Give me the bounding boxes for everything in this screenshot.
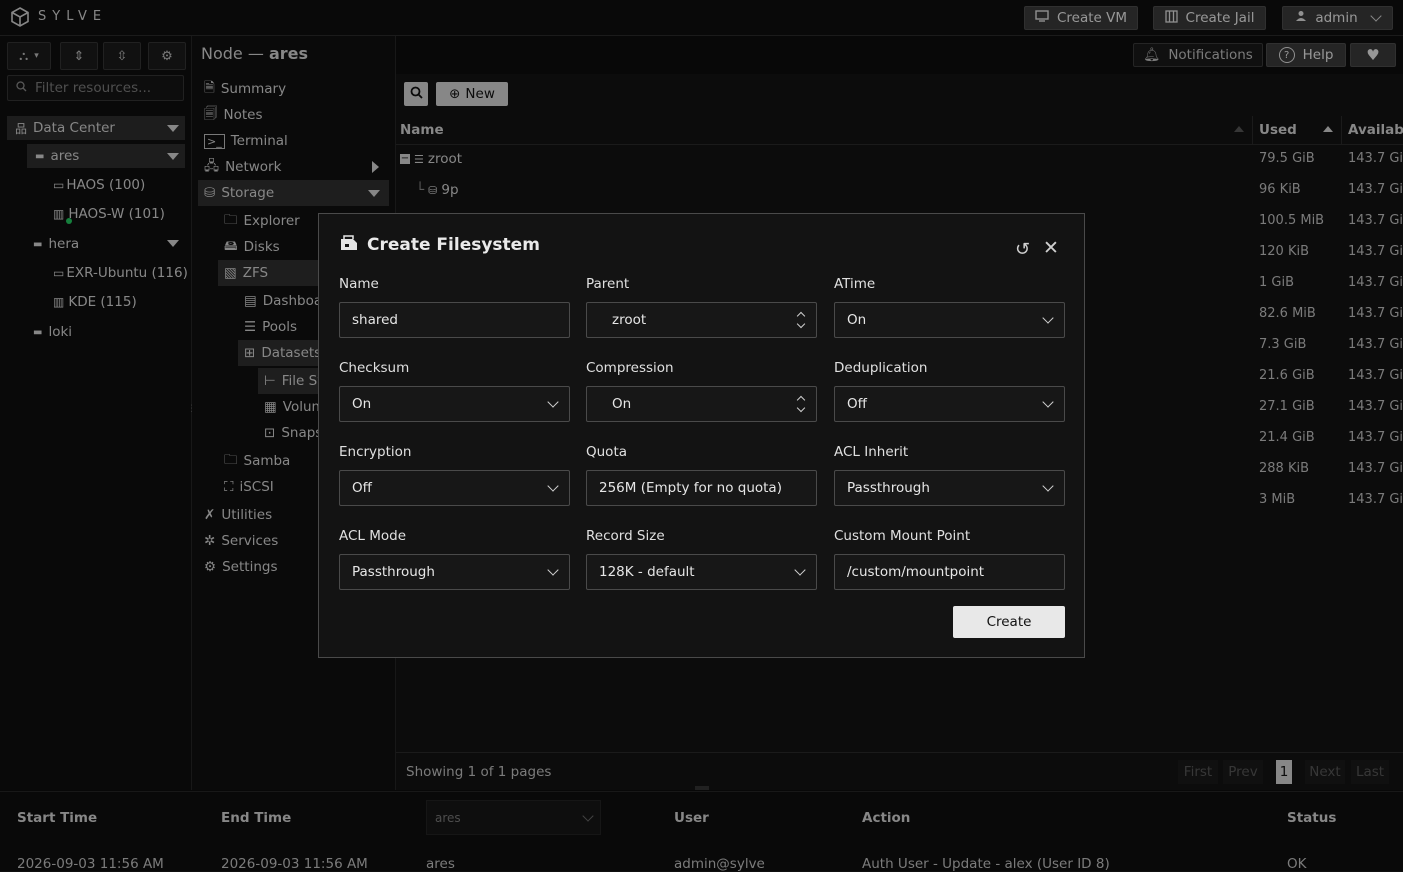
compression-select[interactable]: On: [586, 386, 817, 422]
acl-mode-label: ACL Mode: [339, 528, 407, 544]
dedup-select[interactable]: Off: [834, 386, 1065, 422]
dedup-value: Off: [847, 396, 867, 412]
dedup-label: Deduplication: [834, 360, 928, 376]
mount-point-label: Custom Mount Point: [834, 528, 971, 544]
close-icon[interactable]: ✕: [1043, 237, 1059, 259]
compression-label: Compression: [586, 360, 674, 376]
chevron-down-icon: [547, 396, 559, 408]
atime-value: On: [847, 312, 867, 328]
record-size-select[interactable]: 128K - default: [586, 554, 817, 590]
name-label: Name: [339, 276, 379, 292]
dialog-title: Create Filesystem: [367, 235, 540, 255]
mount-point-input[interactable]: /custom/mountpoint: [834, 554, 1065, 590]
encryption-value: Off: [352, 480, 372, 496]
encryption-label: Encryption: [339, 444, 412, 460]
compression-value: On: [612, 396, 632, 412]
create-filesystem-dialog: Create Filesystem ↺ ✕ Name shared Parent…: [318, 213, 1085, 658]
atime-select[interactable]: On: [834, 302, 1065, 338]
quota-label: Quota: [586, 444, 628, 460]
parent-value: zroot: [612, 312, 647, 328]
name-input[interactable]: shared: [339, 302, 570, 338]
acl-inherit-select[interactable]: Passthrough: [834, 470, 1065, 506]
chevron-down-icon: [1042, 396, 1054, 408]
acl-mode-value: Passthrough: [352, 564, 435, 580]
chevron-down-icon: [1042, 480, 1054, 492]
mount-point-placeholder: /custom/mountpoint: [847, 564, 985, 580]
acl-inherit-value: Passthrough: [847, 480, 930, 496]
quota-placeholder: 256M (Empty for no quota): [599, 480, 782, 496]
name-value: shared: [352, 312, 398, 328]
dialog-header: Create Filesystem: [340, 235, 540, 255]
acl-mode-select[interactable]: Passthrough: [339, 554, 570, 590]
filesystem-icon: [340, 235, 358, 255]
reset-icon[interactable]: ↺: [1015, 239, 1030, 260]
record-size-value: 128K - default: [599, 564, 695, 580]
parent-select[interactable]: zroot: [586, 302, 817, 338]
parent-label: Parent: [586, 276, 630, 292]
checksum-label: Checksum: [339, 360, 410, 376]
chevron-down-icon: [794, 564, 806, 576]
checksum-value: On: [352, 396, 372, 412]
encryption-select[interactable]: Off: [339, 470, 570, 506]
record-size-label: Record Size: [586, 528, 665, 544]
updown-chevron-icon: [796, 395, 806, 413]
quota-input[interactable]: 256M (Empty for no quota): [586, 470, 817, 506]
checksum-select[interactable]: On: [339, 386, 570, 422]
atime-label: ATime: [834, 276, 876, 292]
chevron-down-icon: [1042, 312, 1054, 324]
acl-inherit-label: ACL Inherit: [834, 444, 909, 460]
chevron-down-icon: [547, 564, 559, 576]
updown-chevron-icon: [796, 311, 806, 329]
chevron-down-icon: [547, 480, 559, 492]
create-button[interactable]: Create: [953, 606, 1065, 638]
